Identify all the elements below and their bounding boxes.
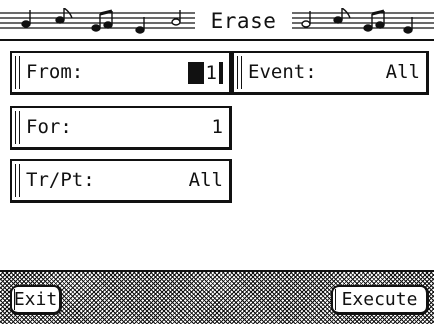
title-bar: Erase (0, 0, 434, 40)
page-title: Erase (195, 8, 292, 34)
track-part-value: All (188, 169, 223, 191)
track-part-field[interactable]: Tr/Pt: All (10, 159, 232, 203)
title-divider (0, 39, 434, 41)
execute-button[interactable]: Execute (331, 285, 429, 315)
for-value: 1 (211, 116, 223, 138)
from-value-text: 1 (203, 62, 219, 84)
erase-screen: Erase From: 1 For: 1 Tr/Pt: All Event: A… (0, 0, 434, 324)
track-part-label: Tr/Pt: (26, 169, 95, 191)
from-value[interactable]: 1 (177, 62, 223, 84)
from-label: From: (26, 61, 84, 83)
music-staff-icon (0, 8, 195, 34)
exit-button[interactable]: Exit (10, 285, 62, 315)
event-value: All (385, 61, 420, 83)
event-field[interactable]: Event: All (232, 51, 429, 95)
music-staff-icon (292, 8, 434, 34)
for-field[interactable]: For: 1 (10, 106, 232, 150)
from-field[interactable]: From: 1 (10, 51, 232, 95)
event-label: Event: (248, 61, 317, 83)
for-label: For: (26, 116, 72, 138)
